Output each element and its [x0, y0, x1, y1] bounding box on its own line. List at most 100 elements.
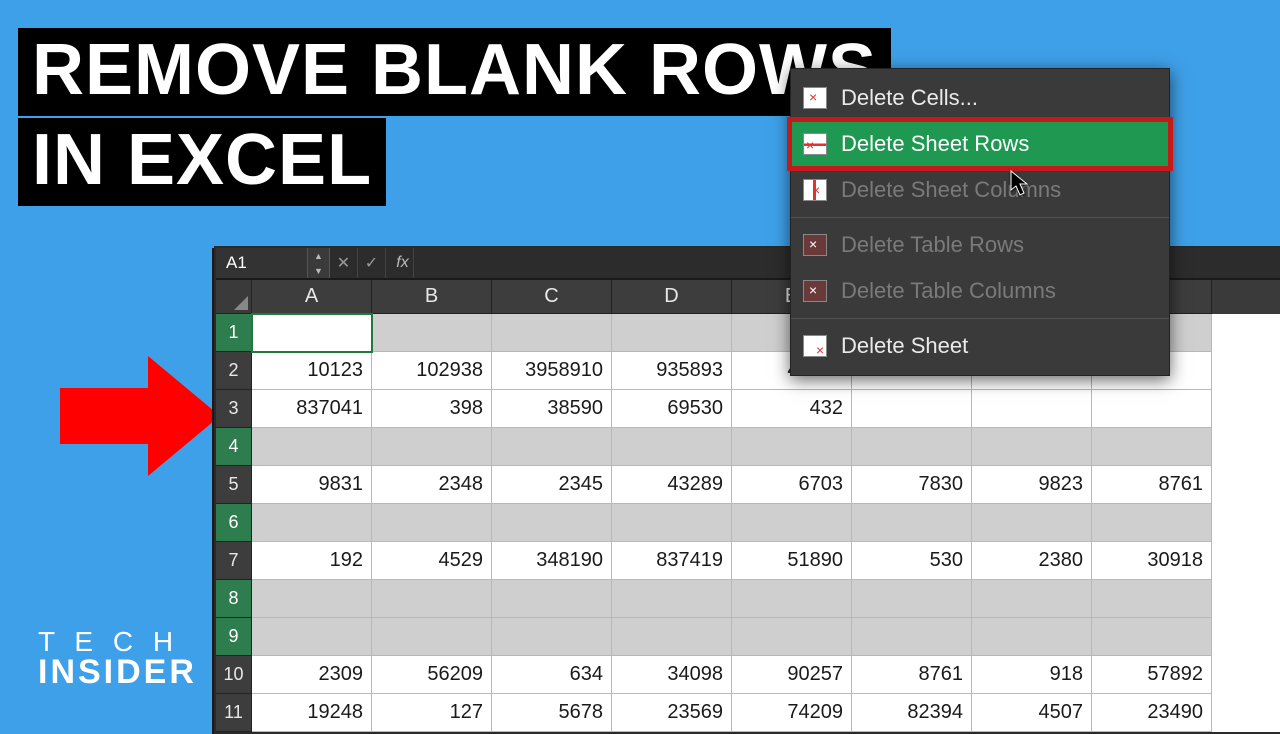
cell[interactable] — [252, 580, 372, 618]
cell[interactable]: 5678 — [492, 694, 612, 732]
cell[interactable] — [852, 618, 972, 656]
cell[interactable]: 2345 — [492, 466, 612, 504]
cell[interactable]: 51890 — [732, 542, 852, 580]
cell[interactable] — [732, 580, 852, 618]
cell[interactable] — [252, 314, 372, 352]
cell[interactable] — [852, 504, 972, 542]
menu-item-delete-sheet-rows[interactable]: Delete Sheet Rows — [791, 121, 1169, 167]
cell[interactable]: 2380 — [972, 542, 1092, 580]
sheet-row[interactable]: 4 — [216, 428, 1280, 466]
cell[interactable]: 8761 — [852, 656, 972, 694]
cell[interactable] — [252, 618, 372, 656]
row-header[interactable]: 2 — [216, 352, 252, 390]
cell[interactable]: 23490 — [1092, 694, 1212, 732]
cancel-formula-button[interactable]: ✕ — [330, 248, 358, 278]
cell[interactable] — [372, 580, 492, 618]
cell[interactable]: 57892 — [1092, 656, 1212, 694]
row-header[interactable]: 4 — [216, 428, 252, 466]
name-box-stepper[interactable]: ▲ ▼ — [308, 248, 330, 278]
row-header[interactable]: 9 — [216, 618, 252, 656]
cell[interactable] — [492, 314, 612, 352]
sheet-row[interactable]: 5983123482345432896703783098238761 — [216, 466, 1280, 504]
cell[interactable]: 7830 — [852, 466, 972, 504]
cell[interactable] — [732, 428, 852, 466]
cell[interactable]: 4507 — [972, 694, 1092, 732]
cell[interactable] — [372, 504, 492, 542]
row-header[interactable]: 1 — [216, 314, 252, 352]
cell[interactable] — [612, 314, 732, 352]
cell[interactable]: 43289 — [612, 466, 732, 504]
cell[interactable] — [612, 618, 732, 656]
cell[interactable]: 530 — [852, 542, 972, 580]
cell[interactable]: 90257 — [732, 656, 852, 694]
cell[interactable]: 8761 — [1092, 466, 1212, 504]
cell[interactable] — [732, 504, 852, 542]
cell[interactable] — [252, 428, 372, 466]
cell[interactable] — [732, 618, 852, 656]
row-header[interactable]: 7 — [216, 542, 252, 580]
cell[interactable] — [852, 580, 972, 618]
cell[interactable] — [612, 428, 732, 466]
cell[interactable]: 10123 — [252, 352, 372, 390]
cell[interactable]: 348190 — [492, 542, 612, 580]
row-header[interactable]: 10 — [216, 656, 252, 694]
chevron-down-icon[interactable]: ▼ — [308, 263, 329, 278]
cell[interactable]: 9831 — [252, 466, 372, 504]
cell[interactable]: 3958910 — [492, 352, 612, 390]
cell[interactable]: 69530 — [612, 390, 732, 428]
cell[interactable]: 432 — [732, 390, 852, 428]
cell[interactable] — [492, 618, 612, 656]
column-header[interactable]: C — [492, 280, 612, 314]
cell[interactable]: 9823 — [972, 466, 1092, 504]
sheet-row[interactable]: 11192481275678235697420982394450723490 — [216, 694, 1280, 732]
cell[interactable] — [972, 428, 1092, 466]
cell[interactable] — [972, 504, 1092, 542]
column-header[interactable]: D — [612, 280, 732, 314]
chevron-up-icon[interactable]: ▲ — [308, 248, 329, 263]
menu-item-delete-cells[interactable]: Delete Cells... — [791, 75, 1169, 121]
confirm-formula-button[interactable]: ✓ — [358, 248, 386, 278]
cell[interactable] — [852, 428, 972, 466]
cell[interactable]: 23569 — [612, 694, 732, 732]
cell[interactable]: 38590 — [492, 390, 612, 428]
sheet-row[interactable]: 7192452934819083741951890530238030918 — [216, 542, 1280, 580]
cell[interactable] — [492, 580, 612, 618]
sheet-row[interactable]: 8 — [216, 580, 1280, 618]
cell[interactable]: 4529 — [372, 542, 492, 580]
cell[interactable]: 935893 — [612, 352, 732, 390]
cell[interactable] — [972, 580, 1092, 618]
cell[interactable]: 2309 — [252, 656, 372, 694]
row-header[interactable]: 8 — [216, 580, 252, 618]
sheet-row[interactable]: 6 — [216, 504, 1280, 542]
cell[interactable] — [492, 504, 612, 542]
cell[interactable] — [492, 428, 612, 466]
cell[interactable]: 6703 — [732, 466, 852, 504]
select-all-corner[interactable] — [216, 280, 252, 314]
cell[interactable]: 192 — [252, 542, 372, 580]
row-header[interactable]: 5 — [216, 466, 252, 504]
column-header[interactable]: A — [252, 280, 372, 314]
cell[interactable] — [1092, 390, 1212, 428]
cell[interactable] — [612, 504, 732, 542]
fx-label[interactable]: fx — [386, 248, 414, 278]
cell[interactable]: 634 — [492, 656, 612, 694]
cell[interactable]: 837419 — [612, 542, 732, 580]
cell[interactable] — [1092, 428, 1212, 466]
name-box[interactable]: A1 — [216, 248, 308, 278]
cell[interactable] — [372, 314, 492, 352]
sheet-row[interactable]: 9 — [216, 618, 1280, 656]
cell[interactable] — [1092, 580, 1212, 618]
column-header[interactable]: B — [372, 280, 492, 314]
cell[interactable]: 102938 — [372, 352, 492, 390]
cell[interactable]: 127 — [372, 694, 492, 732]
cell[interactable]: 74209 — [732, 694, 852, 732]
cell[interactable] — [372, 618, 492, 656]
cell[interactable]: 398 — [372, 390, 492, 428]
cell[interactable] — [252, 504, 372, 542]
sheet-row[interactable]: 38370413983859069530432 — [216, 390, 1280, 428]
cell[interactable] — [372, 428, 492, 466]
cell[interactable] — [612, 580, 732, 618]
cell[interactable] — [1092, 618, 1212, 656]
cell[interactable] — [852, 390, 972, 428]
cell[interactable]: 34098 — [612, 656, 732, 694]
